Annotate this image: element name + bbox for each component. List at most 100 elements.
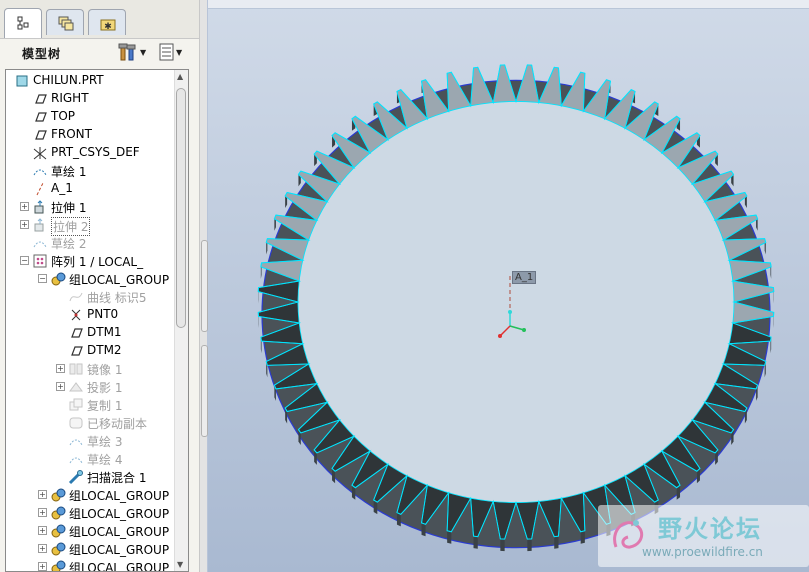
settings-button[interactable]: ▼: [118, 41, 146, 63]
tree-item-label: RIGHT: [51, 91, 89, 105]
group-icon: [51, 488, 66, 502]
tree-item-label: TOP: [51, 109, 76, 123]
datum-plane-icon: [71, 328, 83, 338]
collapse-icon[interactable]: −: [38, 274, 47, 283]
tree-item[interactable]: + 镜像 1: [6, 360, 176, 378]
tree-item[interactable]: + 组LOCAL_GROUP: [6, 540, 176, 558]
tree-scrollbar[interactable]: ▲ ▼: [174, 70, 188, 571]
tree-item[interactable]: + 投影 1: [6, 378, 176, 396]
scrollbar-thumb[interactable]: [176, 88, 186, 328]
tree-item[interactable]: 已移动副本: [6, 414, 176, 432]
tree-item[interactable]: 草绘 3: [6, 432, 176, 450]
tree-item[interactable]: RIGHT: [6, 90, 176, 108]
tree-item[interactable]: A_1: [6, 180, 176, 198]
tree-item[interactable]: DTM2: [6, 342, 176, 360]
tree-icon: [17, 16, 29, 30]
tree-item-label: 组LOCAL_GROUP: [69, 489, 170, 503]
scroll-down-arrow-icon[interactable]: ▼: [177, 560, 183, 569]
model-tree-panel: ✱ 模型树 ▼ ▼ CHILUN.PRT RIGHT TOP FRONT PRT_CSY…: [0, 0, 199, 572]
favorites-tab[interactable]: ✱: [88, 9, 126, 35]
tree-item[interactable]: 草绘 2: [6, 234, 176, 252]
tree-item-label: 拉伸 1: [51, 201, 87, 215]
tree-item[interactable]: PNT0: [6, 306, 176, 324]
gear-tooth-side: [527, 538, 532, 552]
tree-item[interactable]: 草绘 4: [6, 450, 176, 468]
tree-item-label: 投影 1: [87, 381, 123, 395]
moved-copy-icon: [69, 417, 83, 429]
tree-item-label: DTM2: [87, 343, 122, 357]
list-icon: [159, 43, 174, 61]
tree-item[interactable]: + 组LOCAL_GROUP: [6, 486, 176, 504]
tree-item-label: 组LOCAL_GROUP: [69, 507, 170, 521]
expand-icon[interactable]: +: [20, 220, 29, 229]
tree-item-label: 草绘 4: [87, 453, 123, 467]
tree-item[interactable]: 复制 1: [6, 396, 176, 414]
gear-tooth-side: [473, 536, 478, 549]
tree-item[interactable]: + 拉伸 1: [6, 198, 176, 216]
tree-item[interactable]: 草绘 1: [6, 162, 176, 180]
tree-item-label: A_1: [51, 181, 73, 195]
expand-icon[interactable]: +: [38, 544, 47, 553]
extrude-icon: [34, 218, 44, 232]
datum-plane-icon: [71, 346, 83, 356]
gear-top-face: [297, 101, 735, 503]
tree-item[interactable]: + 组LOCAL_GROUP: [6, 522, 176, 540]
tree-item-label: 阵列 1 / LOCAL_: [51, 255, 144, 269]
project-icon: [69, 382, 83, 392]
expand-icon[interactable]: +: [20, 202, 29, 211]
model-tree-title: 模型树: [22, 47, 62, 61]
tree-item-label: PRT_CSYS_DEF: [51, 145, 140, 159]
point-icon: [71, 309, 81, 321]
tree-item-label: 复制 1: [87, 399, 123, 413]
tree-item[interactable]: 扫描混合 1: [6, 468, 176, 486]
chevron-down-icon: ▼: [140, 47, 147, 57]
model-tree[interactable]: CHILUN.PRT RIGHT TOP FRONT PRT_CSYS_DEF 草绘 1 A…: [5, 69, 189, 572]
tree-item[interactable]: FRONT: [6, 126, 176, 144]
tree-item[interactable]: 曲线 标识5: [6, 288, 176, 306]
gear-tooth-side: [447, 530, 452, 544]
tree-item-label: 草绘 2: [51, 237, 87, 251]
graphics-viewport[interactable]: A_1 野火论坛 www.proewildfire.cn: [208, 0, 809, 572]
tree-item-label: 组LOCAL_GROUP: [69, 543, 170, 557]
tree-item[interactable]: TOP: [6, 108, 176, 126]
tree-item[interactable]: − 阵列 1 / LOCAL_: [6, 252, 176, 270]
tree-item[interactable]: − 组LOCAL_GROUP: [6, 270, 176, 288]
csys-icon: [33, 147, 47, 160]
datum-plane-icon: [35, 130, 47, 140]
gear-tooth-side: [580, 530, 585, 544]
tree-item-label: 组LOCAL_GROUP: [69, 273, 170, 287]
watermark: 野火论坛 www.proewildfire.cn: [598, 505, 809, 567]
tree-item-label: 曲线 标识5: [87, 291, 147, 305]
model-tree-tab[interactable]: [4, 8, 42, 38]
svg-text:✱: ✱: [104, 22, 112, 32]
sketch-icon: [69, 457, 83, 464]
navigator-tabs: ✱: [0, 0, 199, 39]
tree-item[interactable]: + 组LOCAL_GROUP: [6, 504, 176, 522]
tree-item[interactable]: DTM1: [6, 324, 176, 342]
tree-item[interactable]: PRT_CSYS_DEF: [6, 144, 176, 162]
tree-item[interactable]: + 拉伸 2: [6, 216, 176, 236]
sketch-icon: [33, 169, 47, 176]
splitter-grip[interactable]: [201, 240, 208, 332]
gear-tooth-side: [554, 536, 559, 549]
show-button[interactable]: ▼: [158, 41, 182, 63]
group-icon: [51, 506, 66, 520]
expand-icon[interactable]: +: [38, 562, 47, 571]
collapse-icon[interactable]: −: [20, 256, 29, 265]
tree-item[interactable]: CHILUN.PRT: [6, 72, 176, 90]
tools-icon: [118, 43, 136, 61]
gear-model[interactable]: [208, 0, 809, 572]
splitter-grip[interactable]: [201, 345, 208, 437]
csys-triad-icon: [498, 310, 526, 338]
expand-icon[interactable]: +: [56, 382, 65, 391]
datum-plane-icon: [35, 112, 47, 122]
expand-icon[interactable]: +: [38, 526, 47, 535]
panel-splitter[interactable]: [199, 0, 208, 572]
tree-item[interactable]: + 组LOCAL_GROUP: [6, 558, 176, 571]
expand-icon[interactable]: +: [38, 490, 47, 499]
expand-icon[interactable]: +: [56, 364, 65, 373]
layers-tab[interactable]: [46, 9, 84, 35]
gear-tooth-side: [500, 538, 505, 552]
scroll-up-arrow-icon[interactable]: ▲: [177, 72, 183, 81]
expand-icon[interactable]: +: [38, 508, 47, 517]
